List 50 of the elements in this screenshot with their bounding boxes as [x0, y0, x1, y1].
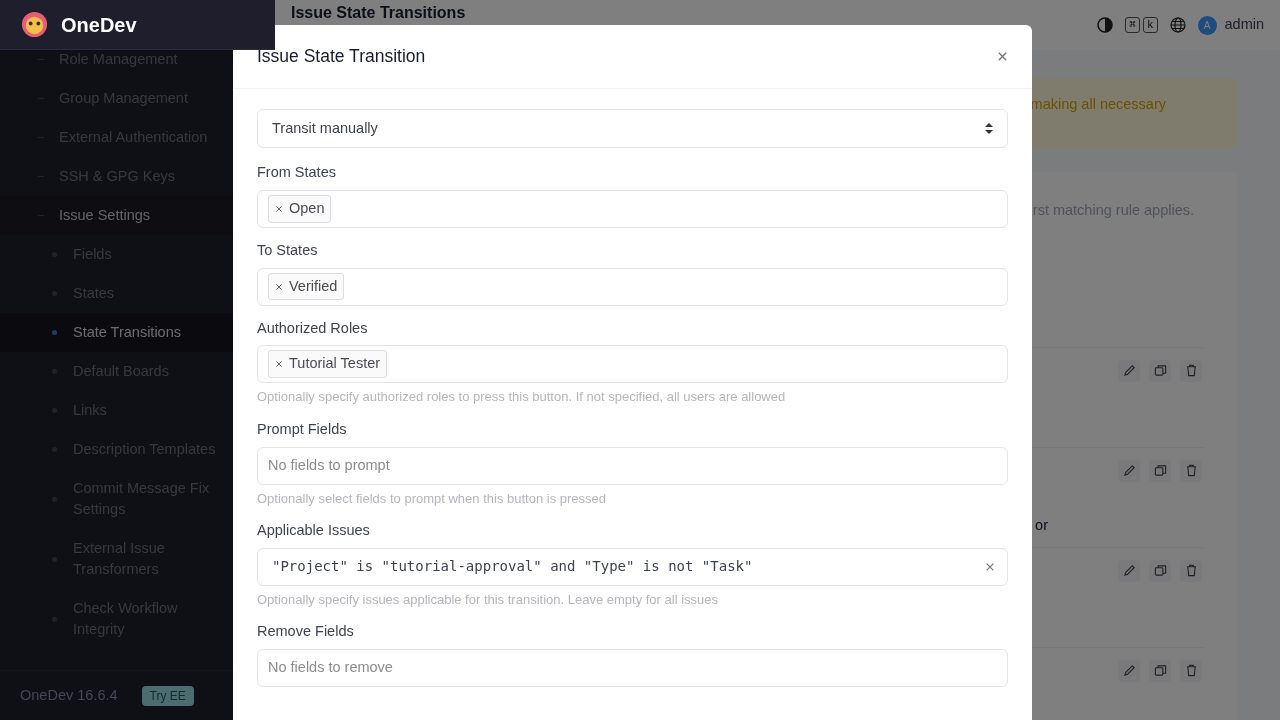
delete-icon[interactable] [1180, 659, 1202, 682]
logo-icon [20, 10, 49, 39]
bullet-icon [52, 330, 57, 335]
shortcut-key: ⌘ [1125, 17, 1140, 33]
field-label: To States [257, 240, 319, 260]
user-name[interactable]: admin [1224, 14, 1264, 36]
tag-field[interactable]: Tutorial Tester [257, 345, 1008, 384]
copy-icon[interactable] [1149, 559, 1171, 582]
page-title: Issue State Transitions [291, 4, 466, 22]
shortcut-key: k [1142, 17, 1158, 33]
query-field[interactable]: "Project" is "tutorial-approval" and "Type" is not "Task" [257, 547, 1008, 586]
tag: Tutorial Tester [268, 350, 388, 379]
remove-icon[interactable] [275, 360, 283, 369]
help-text: Optionally select fields to prompt when this button is pressed [257, 489, 607, 508]
field-label: Prompt Fields [257, 419, 348, 439]
app-name: OneDev [61, 12, 137, 38]
trigger-select[interactable]: Transit manually [257, 109, 1008, 148]
copy-icon[interactable] [1149, 659, 1171, 682]
field-label: Applicable Issues [257, 521, 371, 540]
tag-field[interactable]: Open [257, 189, 1008, 228]
select-field[interactable]: No fields to remove [257, 649, 1008, 687]
close-icon[interactable] [997, 51, 1008, 62]
version-text: OneDev 16.6.4 [20, 685, 118, 705]
edit-icon[interactable] [1118, 359, 1140, 382]
tag: Open [268, 194, 332, 223]
contrast-icon[interactable] [1097, 17, 1114, 33]
edit-icon[interactable] [1118, 559, 1140, 582]
edit-icon[interactable] [1118, 659, 1140, 682]
delete-icon[interactable] [1180, 359, 1202, 382]
delete-icon[interactable] [1180, 559, 1202, 582]
copy-icon[interactable] [1149, 459, 1171, 482]
field-label: Remove Fields [257, 622, 355, 642]
field-label: From States [257, 163, 337, 182]
dialog-title: Issue State Transition [257, 45, 426, 69]
copy-icon[interactable] [1149, 359, 1171, 382]
help-text: Optionally specify issues applicable for this transition. Leave empty for all issues [257, 590, 719, 609]
clear-icon[interactable] [985, 561, 995, 572]
tag-field[interactable]: Verified [257, 267, 1008, 306]
try-ee-badge[interactable]: Try EE [141, 685, 194, 706]
delete-icon[interactable] [1180, 459, 1202, 482]
select-field[interactable]: No fields to prompt [257, 446, 1008, 485]
remove-icon[interactable] [275, 282, 283, 291]
tag: Verified [268, 272, 345, 301]
edit-icon[interactable] [1118, 459, 1140, 482]
globe-icon[interactable] [1169, 17, 1186, 33]
help-text: Optionally specify authorized roles to press this button. If not specified, all users are allowed [257, 388, 787, 407]
user-avatar[interactable]: A [1197, 15, 1217, 35]
sort-caret-icon [985, 123, 993, 134]
remove-icon[interactable] [275, 204, 283, 213]
rule-text: or [1035, 515, 1048, 535]
